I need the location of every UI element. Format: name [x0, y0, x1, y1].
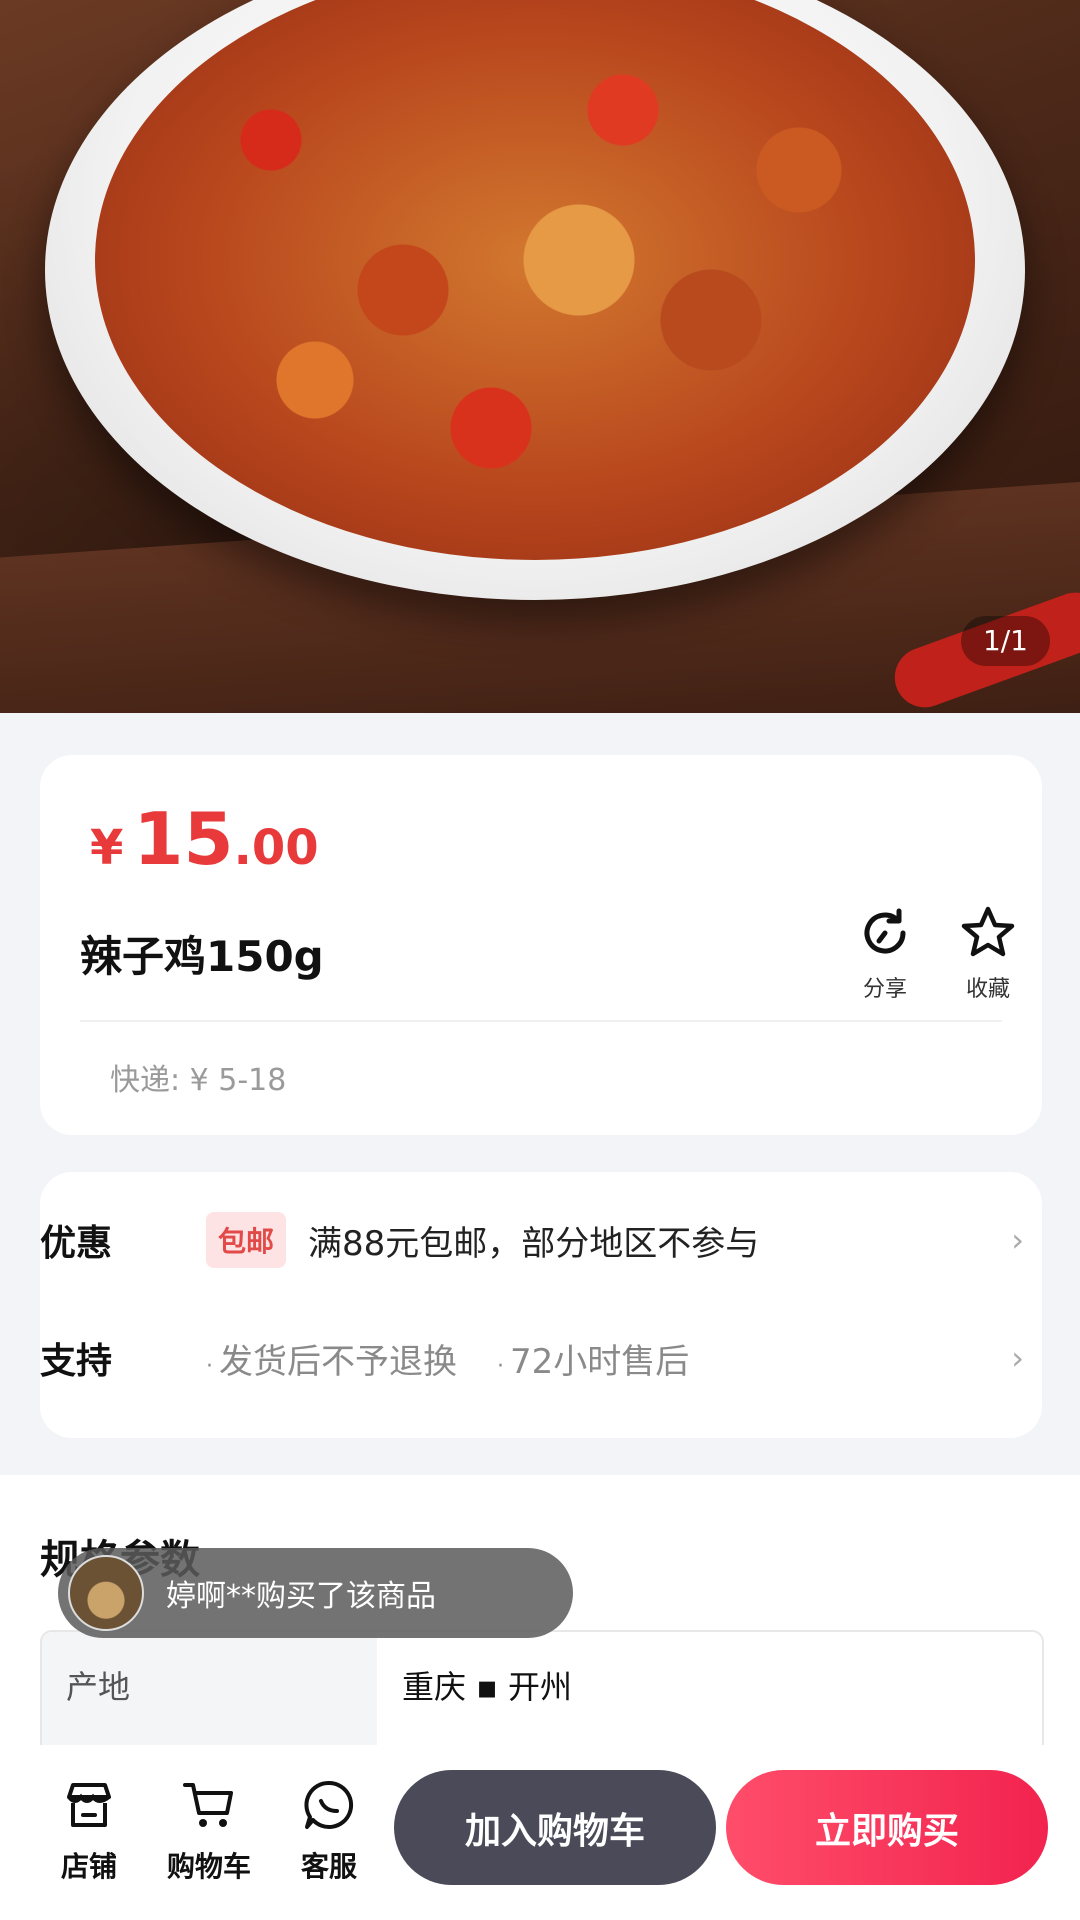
- shop-label: 店铺: [60, 1850, 117, 1883]
- service-label: 客服: [300, 1850, 357, 1883]
- toast-message: 婷啊**购买了该商品: [166, 1579, 436, 1614]
- shop-button[interactable]: 店铺: [34, 1775, 144, 1885]
- buy-now-button[interactable]: 立即购买: [726, 1770, 1048, 1885]
- chat-icon: [304, 1780, 354, 1829]
- chevron-right-icon: ›: [1011, 1221, 1024, 1259]
- spec-value: 重庆 ▪ 开州: [402, 1668, 573, 1706]
- shipping-fee: 快递: ¥ 5-18: [110, 1063, 287, 1098]
- price-decimal: .00: [233, 820, 319, 876]
- support-item: · 发货后不予退换: [206, 1341, 457, 1382]
- store-icon: [67, 1783, 111, 1827]
- free-shipping-badge: 包邮: [206, 1212, 287, 1268]
- promotion-row[interactable]: 优惠 包邮 满88元包邮，部分地区不参与 ›: [40, 1200, 1040, 1280]
- image-counter: 1/1: [960, 616, 1050, 666]
- star-icon: [961, 906, 1015, 957]
- share-label: 分享: [862, 977, 907, 1002]
- add-to-cart-button[interactable]: 加入购物车: [394, 1770, 716, 1885]
- promotion-label: 优惠: [40, 1223, 113, 1264]
- price-card: ¥ 15 .00 辣子鸡150g 分享 收藏 快递: ¥ 5-18: [40, 755, 1042, 1135]
- chevron-right-icon: ›: [1011, 1339, 1024, 1377]
- spec-key: 产地: [66, 1668, 131, 1706]
- price: ¥ 15 .00: [90, 797, 319, 881]
- share-icon: [864, 908, 906, 954]
- share-button[interactable]: 分享: [845, 903, 925, 1003]
- product-title: 辣子鸡150g: [80, 932, 324, 981]
- favorite-label: 收藏: [965, 977, 1010, 1002]
- purchase-toast: 婷啊**购买了该商品: [58, 1548, 573, 1638]
- cart-icon: [183, 1783, 233, 1827]
- bottom-bar: 店铺 购物车 客服 加入购物车 立即购买: [0, 1745, 1080, 1920]
- price-integer: 15: [133, 797, 234, 881]
- promotion-text: 满88元包邮，部分地区不参与: [308, 1223, 760, 1264]
- divider: [80, 1020, 1002, 1022]
- support-item: · 72小时售后: [497, 1341, 690, 1382]
- avatar: [68, 1555, 144, 1631]
- cart-label: 购物车: [166, 1850, 251, 1883]
- service-button[interactable]: 客服: [274, 1775, 384, 1885]
- cart-button[interactable]: 购物车: [154, 1775, 264, 1885]
- support-label: 支持: [40, 1341, 113, 1382]
- price-currency: ¥: [90, 820, 124, 876]
- favorite-button[interactable]: 收藏: [948, 903, 1028, 1003]
- product-image[interactable]: 1/1: [0, 0, 1080, 713]
- support-row[interactable]: 支持 · 发货后不予退换 · 72小时售后 ›: [40, 1318, 1040, 1398]
